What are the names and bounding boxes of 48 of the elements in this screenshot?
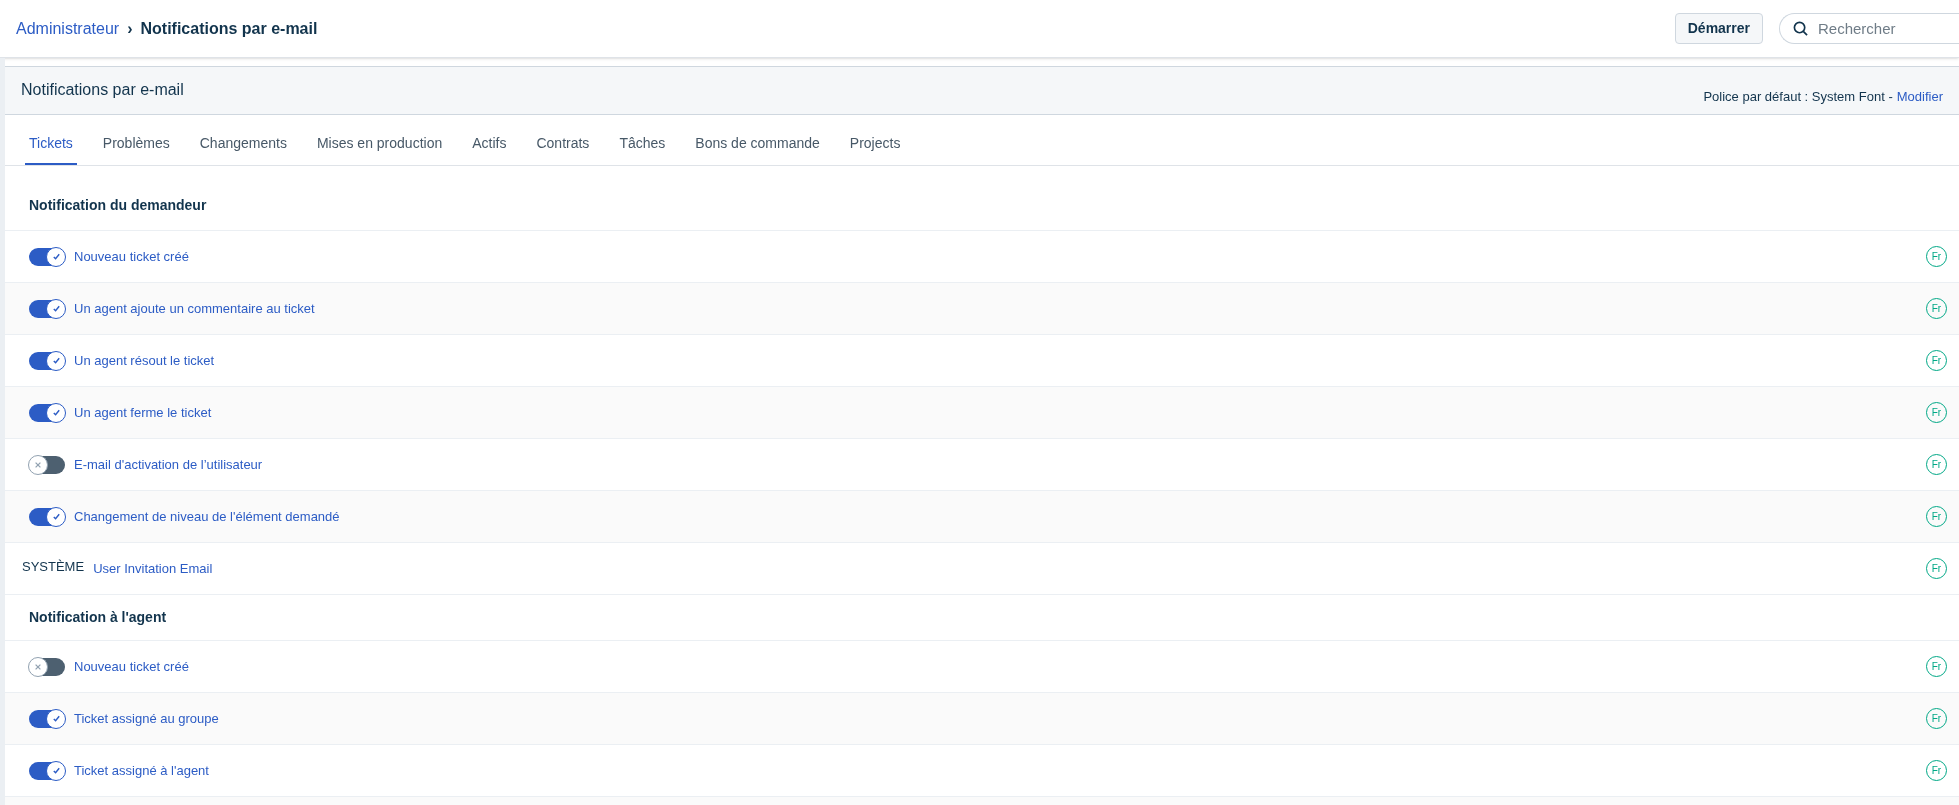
toggle-switch[interactable]: [29, 299, 65, 318]
search-field[interactable]: Rechercher: [1779, 13, 1959, 44]
check-icon: [51, 408, 61, 417]
notification-link[interactable]: User Invitation Email: [93, 558, 213, 579]
page-title: Notifications par e-mail: [140, 18, 318, 39]
toggle-switch[interactable]: [29, 455, 65, 474]
breadcrumb-separator: ›: [127, 18, 133, 39]
toggle-switch[interactable]: [29, 351, 65, 370]
close-icon: [34, 662, 42, 671]
search-icon: [1793, 21, 1808, 36]
panel-title: Notifications par e-mail: [21, 80, 184, 100]
tab[interactable]: Bons de commande: [691, 123, 824, 165]
toggle-switch[interactable]: [29, 657, 65, 676]
tab[interactable]: Tâches: [615, 123, 670, 165]
check-icon: [51, 356, 61, 365]
tab[interactable]: Changements: [195, 123, 291, 165]
tab[interactable]: Contrats: [532, 123, 594, 165]
toggle-switch[interactable]: [29, 709, 65, 728]
breadcrumb-link[interactable]: Administrateur: [16, 16, 120, 41]
notification-link[interactable]: Ticket assigné au groupe: [74, 708, 219, 729]
section-heading: Notification à l'agent: [29, 608, 167, 627]
section-heading: Notification du demandeur: [29, 196, 207, 215]
tab[interactable]: Problèmes: [98, 123, 174, 165]
notification-link[interactable]: Un agent ferme le ticket: [74, 402, 212, 423]
system-tag: SYSTÈME: [22, 556, 85, 577]
check-icon: [51, 304, 61, 313]
check-icon: [51, 512, 61, 521]
check-icon: [51, 766, 61, 775]
start-button[interactable]: Démarrer: [1674, 13, 1763, 44]
toggle-switch[interactable]: [29, 761, 65, 780]
notification-link[interactable]: Ticket assigné à l'agent: [74, 760, 209, 781]
modify-link[interactable]: Modifier: [1896, 87, 1943, 107]
notification-link[interactable]: E-mail d'activation de l’utilisateur: [74, 454, 263, 475]
toggle-switch[interactable]: [29, 247, 65, 266]
tab[interactable]: Actifs: [468, 123, 511, 165]
check-icon: [51, 714, 61, 723]
notification-link[interactable]: Changement de niveau de l'élément demandé: [74, 506, 340, 527]
close-icon: [34, 460, 42, 469]
notification-link[interactable]: Nouveau ticket créé: [74, 656, 189, 677]
check-icon: [51, 252, 61, 261]
font-note: Police par défaut : System Font -: [1703, 88, 1893, 106]
toggle-switch[interactable]: [29, 507, 65, 526]
toggle-switch[interactable]: [29, 403, 65, 422]
tab[interactable]: Projects: [845, 123, 905, 165]
notification-link[interactable]: Un agent résout le ticket: [74, 350, 215, 371]
notification-link[interactable]: Un agent ajoute un commentaire au ticket: [74, 298, 315, 319]
notification-link[interactable]: Nouveau ticket créé: [74, 246, 189, 267]
tab[interactable]: Mises en production: [312, 123, 447, 165]
